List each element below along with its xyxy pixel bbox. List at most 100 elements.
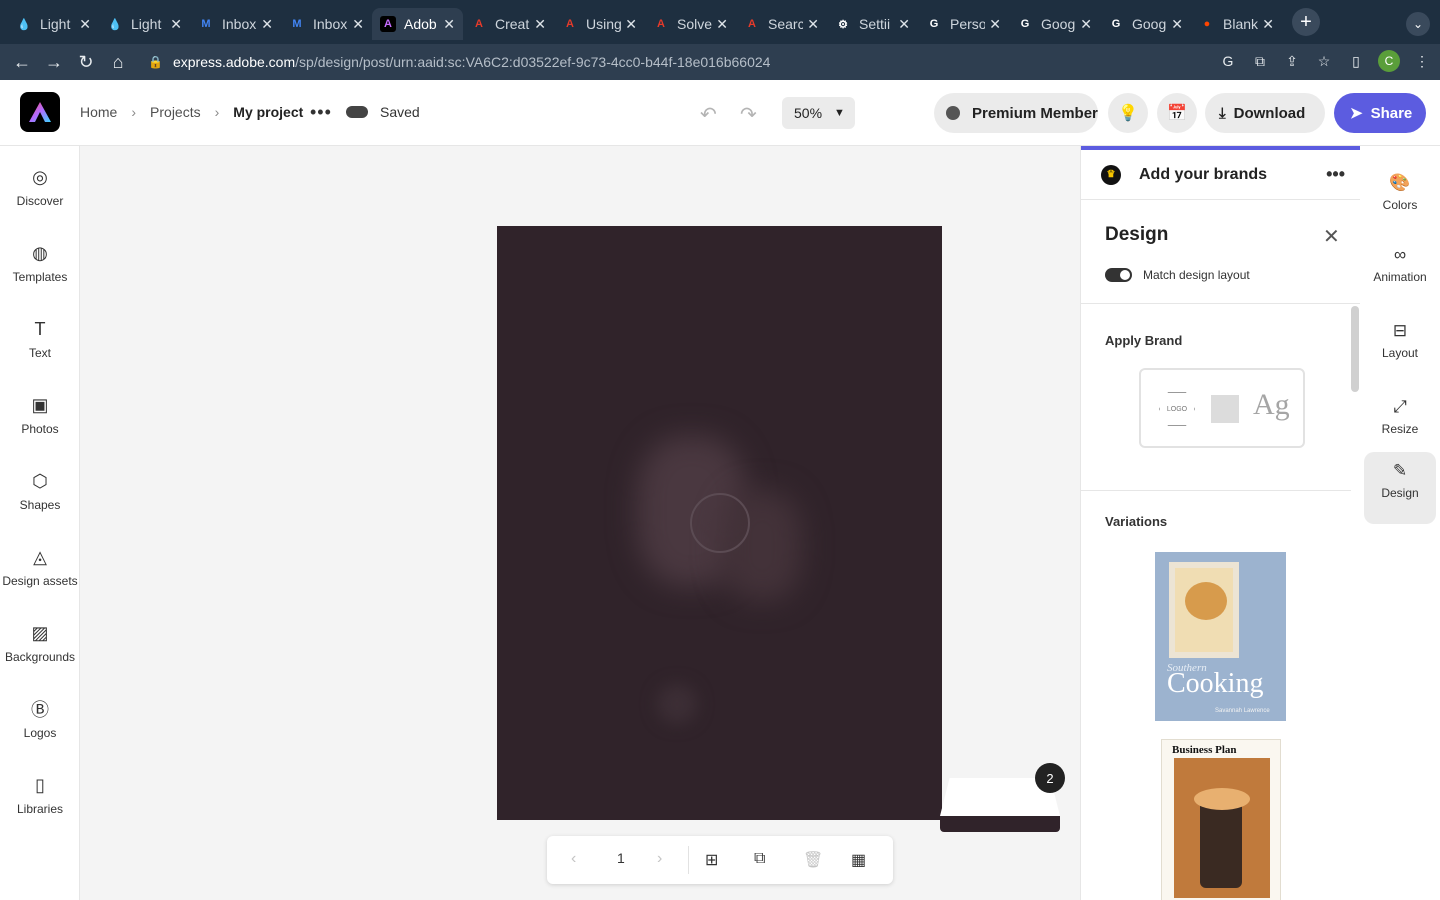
browser-tab[interactable]: 💧 Light ✕	[99, 8, 190, 40]
save-status-label: Saved	[380, 104, 420, 120]
browser-tab[interactable]: M Inbox ✕	[190, 8, 281, 40]
divider	[688, 846, 689, 874]
rail-item-label: Shapes	[19, 498, 61, 512]
more-options-icon[interactable]: •••	[310, 102, 332, 123]
rail-item-text[interactable]: T Text	[0, 318, 80, 361]
rail-item-resize[interactable]: ⤢ Resize	[1364, 388, 1436, 460]
browser-tab[interactable]: A Using ✕	[554, 8, 645, 40]
page-navigator: ‹ 1 › ⊞ ⧉ 🗑 ▦	[547, 836, 893, 884]
rail-item-animation[interactable]: ∞ Animation	[1364, 236, 1436, 308]
close-tab-icon[interactable]: ✕	[1080, 16, 1092, 33]
browser-tab-active[interactable]: A Adob ✕	[372, 8, 463, 40]
rail-item-colors[interactable]: 🎨 Colors	[1364, 164, 1436, 236]
home-icon[interactable]: ⌂	[102, 52, 134, 73]
rail-item-templates[interactable]: ◍ Templates	[0, 242, 80, 285]
page-thumbnail-bottom	[940, 816, 1060, 832]
google-lens-icon[interactable]: G	[1218, 53, 1238, 69]
redo-icon[interactable]: ↷	[740, 102, 757, 127]
browser-tab[interactable]: G Goog ✕	[1009, 8, 1100, 40]
profile-avatar[interactable]: C	[1378, 50, 1400, 72]
premium-member-button[interactable]: Premium Member	[934, 93, 1098, 133]
forward-icon[interactable]: →	[38, 52, 70, 73]
close-tab-icon[interactable]: ✕	[898, 16, 910, 33]
rail-item-libraries[interactable]: ▯ Libraries	[0, 774, 80, 817]
breadcrumb-current-project[interactable]: My project	[233, 104, 303, 120]
undo-icon[interactable]: ↶	[700, 102, 717, 127]
browser-menu-icon[interactable]: ⋮	[1412, 53, 1432, 70]
logo-placeholder-icon: LOGO	[1159, 392, 1195, 426]
url-field[interactable]: 🔒 express.adobe.com/sp/design/post/urn:a…	[148, 54, 770, 70]
address-bar: ← → ↻ ⌂ 🔒 express.adobe.com/sp/design/po…	[0, 44, 1440, 80]
close-tab-icon[interactable]: ✕	[261, 16, 273, 33]
close-tab-icon[interactable]: ✕	[443, 16, 455, 33]
close-tab-icon[interactable]: ✕	[1171, 16, 1183, 33]
close-tab-icon[interactable]: ✕	[716, 16, 728, 33]
browser-tab[interactable]: G Perso ✕	[918, 8, 1009, 40]
schedule-button[interactable]: 📅	[1157, 93, 1197, 133]
page-count-badge: 2	[1035, 763, 1065, 793]
browser-tab[interactable]: M Inbox ✕	[281, 8, 372, 40]
zoom-select[interactable]: 50% ▼	[782, 97, 855, 129]
adobe-express-logo[interactable]	[20, 92, 60, 132]
rail-item-shapes[interactable]: ⬡ Shapes	[0, 470, 80, 513]
rail-item-discover[interactable]: ◎ Discover	[0, 166, 80, 209]
reload-icon[interactable]: ↻	[70, 52, 102, 73]
download-button[interactable]: ⤓ Download	[1205, 93, 1325, 133]
close-icon[interactable]: ✕	[1323, 224, 1340, 249]
close-tab-icon[interactable]: ✕	[807, 16, 819, 33]
open-in-app-icon[interactable]: ⧉	[1250, 53, 1270, 70]
brands-title[interactable]: Add your brands	[1139, 166, 1267, 184]
back-icon[interactable]: ←	[6, 52, 38, 73]
browser-tab[interactable]: ● Blank ✕	[1191, 8, 1282, 40]
rail-item-layout[interactable]: ⊟ Layout	[1364, 312, 1436, 384]
artboard[interactable]	[497, 226, 942, 820]
add-page-icon[interactable]: ⊞	[705, 850, 718, 870]
share-page-icon[interactable]: ⇪	[1282, 53, 1302, 70]
rail-item-photos[interactable]: ▣ Photos	[0, 394, 80, 437]
close-tab-icon[interactable]: ✕	[625, 16, 637, 33]
lock-icon: 🔒	[148, 55, 163, 69]
browser-tab[interactable]: A Creat ✕	[463, 8, 554, 40]
bookmark-star-icon[interactable]: ☆	[1314, 53, 1334, 70]
page-number: 1	[617, 850, 625, 866]
close-tab-icon[interactable]: ✕	[170, 16, 182, 33]
side-panel-icon[interactable]: ▯	[1346, 53, 1366, 70]
breadcrumb-projects[interactable]: Projects	[150, 104, 201, 120]
close-tab-icon[interactable]: ✕	[534, 16, 546, 33]
brand-card[interactable]: LOGO Ag	[1139, 368, 1305, 448]
adobe-express-icon: A	[380, 16, 396, 32]
variation-thumbnail[interactable]: Business Plan	[1161, 739, 1281, 900]
delete-page-icon[interactable]: 🗑	[803, 850, 823, 870]
duplicate-page-icon[interactable]: ⧉	[754, 850, 765, 868]
next-page-icon[interactable]: ›	[657, 850, 662, 868]
match-layout-toggle[interactable]	[1105, 268, 1132, 282]
close-tab-icon[interactable]: ✕	[1262, 16, 1274, 33]
browser-tab[interactable]: A Searc ✕	[736, 8, 827, 40]
browser-tab[interactable]: ⚙ Settii ✕	[827, 8, 918, 40]
grid-view-icon[interactable]: ▦	[851, 850, 866, 870]
browser-tab[interactable]: A Solve ✕	[645, 8, 736, 40]
logo-icon: Ⓑ	[31, 700, 49, 720]
tab-search-chevron-icon[interactable]: ⌄	[1406, 12, 1430, 36]
more-options-icon[interactable]: •••	[1326, 164, 1345, 185]
rail-item-label: Photos	[21, 422, 59, 436]
zoom-value: 50%	[794, 105, 823, 121]
rail-item-logos[interactable]: Ⓑ Logos	[0, 698, 80, 740]
rail-item-design[interactable]: ✎ Design	[1364, 452, 1436, 524]
breadcrumb-home[interactable]: Home	[80, 104, 117, 120]
close-tab-icon[interactable]: ✕	[79, 16, 91, 33]
premium-label: Premium Member	[972, 104, 1098, 122]
color-swatch-placeholder	[1211, 395, 1239, 423]
close-tab-icon[interactable]: ✕	[352, 16, 364, 33]
new-tab-button[interactable]: +	[1292, 8, 1320, 36]
lightbulb-button[interactable]: 💡	[1108, 93, 1148, 133]
close-tab-icon[interactable]: ✕	[989, 16, 1001, 33]
browser-tab[interactable]: 💧 Light ✕	[8, 8, 99, 40]
rail-item-design-assets[interactable]: ◬ Design assets	[0, 546, 80, 589]
browser-tab[interactable]: G Goog ✕	[1100, 8, 1191, 40]
share-button[interactable]: ➤ Share	[1334, 93, 1426, 133]
variation-thumbnail[interactable]: Southern Cooking Savannah Lawrence	[1155, 552, 1286, 721]
rail-item-backgrounds[interactable]: ▨ Backgrounds	[0, 622, 80, 665]
previous-page-icon[interactable]: ‹	[571, 850, 576, 868]
panel-scrollbar[interactable]	[1351, 306, 1359, 392]
